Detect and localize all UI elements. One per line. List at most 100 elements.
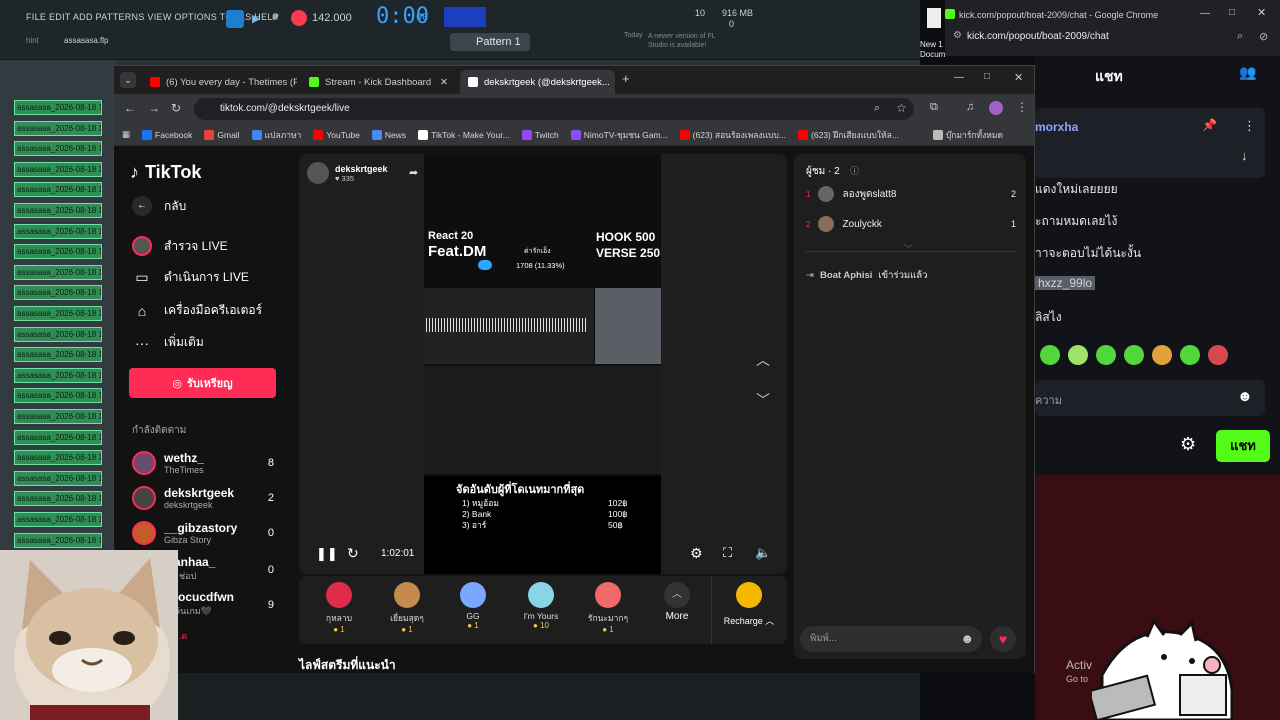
minimize-icon[interactable]: — [954,72,964,83]
back-icon[interactable]: ← [124,101,136,115]
back-link[interactable]: ← กลับ [132,196,186,216]
gift-item[interactable]: GG ● 1 [445,582,501,630]
nav-creator-tools[interactable]: ⌂ เครื่องมือครีเอเตอร์ [132,301,262,320]
minimize-icon[interactable]: — [1200,8,1210,19]
bookmark-item[interactable]: Facebook [142,129,192,140]
site-info-icon[interactable]: ⚙ [953,30,962,41]
play-icon[interactable]: ▶ [252,12,260,25]
comment-input[interactable]: พิมพ์... ☻ [800,626,982,652]
more-vertical-icon[interactable]: ⋮ [1243,118,1256,134]
stop-icon[interactable]: ■ [272,12,278,23]
emote-icon[interactable] [1124,345,1144,365]
get-coins-button[interactable]: ◎ รับเหรียญ [129,368,276,398]
pattern-clip[interactable]: assasasa_2026-08-18 15.. [14,203,102,218]
close-icon[interactable]: ✕ [440,77,448,88]
pattern-clip[interactable]: assasasa_2026-08-18 15.. [14,367,102,383]
emote-icon[interactable] [1180,345,1200,365]
pattern-clip[interactable]: assasasa_2026-08-18 15.. [14,182,102,198]
emoji-icon[interactable]: ☻ [1237,388,1253,405]
share-icon[interactable]: ➦ [409,166,418,179]
bookmark-item[interactable]: Twitch [521,129,559,140]
gift-item[interactable]: กุหลาบ ● 1 [311,582,367,634]
arrow-down-icon[interactable]: ↓ [1241,148,1248,163]
volume-icon[interactable]: 🔈 [755,545,771,561]
fullscreen-icon[interactable]: ⛶ [723,545,732,561]
tab-youtube[interactable]: (6) You every day - Thetimes (P... ✕ [142,70,297,94]
emoji-icon[interactable]: ☻ [960,626,974,652]
profile-avatar[interactable] [989,101,1003,115]
pattern-clip[interactable]: assasasa_2026-08-18 15.. [14,100,102,115]
chevron-down-icon[interactable]: ﹀ [756,390,770,410]
pattern-clip[interactable]: assasasa_2026-08-18 15.. [14,450,102,466]
pattern-clip[interactable]: assasasa_2026-08-18 15.. [14,161,102,177]
document-icon[interactable] [927,8,941,28]
fl-song-toggle[interactable] [226,10,244,28]
following-item[interactable]: wethz_ TheTimes 8 [132,451,274,475]
gift-item[interactable]: รักนะมากๆ ● 1 [580,582,636,634]
pattern-clip[interactable]: assasasa_2026-08-18 15.. [14,347,102,363]
tempo-display[interactable]: 142.000 [312,12,352,24]
bookmark-item[interactable]: News [371,129,406,140]
close-icon[interactable]: ✕ [1014,71,1023,84]
new-tab-icon[interactable]: + [622,71,630,86]
eye-off-icon[interactable]: ⊘ [1259,30,1268,43]
pattern-clip[interactable]: assasasa_2026-08-18 15.. [14,223,102,239]
pin-icon[interactable]: 📌 [1202,118,1217,132]
kick-chat-mention[interactable]: hxzz_99lo [1035,276,1096,290]
bookmark-item[interactable]: NimoTV-ชุมชน Gam... [570,128,668,142]
forward-icon[interactable]: → [148,101,160,115]
pinned-user[interactable]: morxha [1035,120,1078,134]
apps-icon[interactable]: ▦ [122,129,130,140]
emote-icon[interactable] [1096,345,1116,365]
emote-icon[interactable] [1040,345,1060,365]
pattern-clip[interactable]: assasasa_2026-08-18 15.. [14,285,102,301]
kick-url[interactable]: kick.com/popout/boat-2009/chat [967,31,1109,42]
fl-pattern-mode[interactable] [444,7,486,27]
reload-icon[interactable]: ↻ [171,101,181,115]
settings-icon[interactable]: ⚙ [690,545,703,562]
pattern-clip[interactable]: assasasa_2026-08-18 15.. [14,388,102,404]
tab-tiktok-live[interactable]: dekskrtgeek (@dekskrtgeek... 🔊 ✕ [460,70,615,94]
bookmark-item[interactable]: (623) ฝึกเสียงแบบให้ล... [798,128,899,142]
more-gifts-button[interactable]: ︿ More [649,582,705,622]
kick-chat-input[interactable]: ความ ☻ [1035,380,1265,416]
pattern-clip[interactable]: assasasa_2026-08-18 15.. [14,409,102,424]
media-icon[interactable]: ♫ [966,101,974,113]
gift-item[interactable]: I'm Yours ● 10 [513,582,569,630]
url-input[interactable]: tiktok.com/@dekskrtgeek/live [194,98,914,120]
maximize-icon[interactable]: □ [1229,7,1235,18]
zoom-icon[interactable]: ⌕ [1237,30,1243,43]
pattern-clip[interactable]: assasasa_2026-08-18 15.. [14,512,102,527]
update-notice[interactable]: A newer version of FL Studio is availabl… [648,32,716,50]
like-heart-button[interactable]: ♥ [990,626,1016,652]
bookmark-item[interactable]: (623) สอนร้องเพลงแบบ... [679,128,786,142]
tab-search-icon[interactable]: ⌄ [120,72,136,88]
emote-icon[interactable] [1208,345,1228,365]
record-button[interactable] [291,10,307,26]
refresh-icon[interactable]: ↻ [347,545,359,562]
pattern-clip[interactable]: assasasa_2026-08-18 15.. [14,532,102,548]
gift-item[interactable]: เยี่ยมสุดๆ ● 1 [379,582,435,634]
pattern-clip[interactable]: assasasa_2026-08-18 15.. [14,120,102,136]
pattern-clip[interactable]: assasasa_2026-08-18 15.. [14,429,102,445]
live-video[interactable]: React 20 Feat.DM ค่ารักเอ็ง 1708 (11.33%… [424,154,661,574]
recharge-button[interactable]: Recharge ︿ [719,582,779,627]
nav-go-live[interactable]: ▭ ดำเนินการ LIVE [132,268,248,287]
chevron-up-icon[interactable]: ︿ [756,350,770,370]
emote-icon[interactable] [1068,345,1088,365]
nav-explore-live[interactable]: สำรวจ LIVE [132,236,228,256]
bookmark-item[interactable]: YouTube [313,129,360,140]
bookmark-item[interactable]: แปลภาษา [251,128,301,142]
following-item[interactable]: __gibzastory Gibza Story 0 [132,521,274,545]
zoom-icon[interactable]: ⌕ [874,102,880,115]
viewer-row[interactable]: 1 ลองพูดslatt8 2 [806,186,1016,202]
close-icon[interactable]: ✕ [1257,6,1266,19]
pattern-clip[interactable]: assasasa_2026-08-18 15.. [14,491,102,507]
users-icon[interactable]: 👥 [1239,64,1256,81]
tab-kick-dashboard[interactable]: Stream - Kick Dashboard ✕ [301,70,456,94]
pattern-clip[interactable]: assasasa_2026-08-18 15.. [14,244,102,260]
more-vertical-icon[interactable]: ⋮ [1016,100,1028,114]
extensions-icon[interactable]: ⧉ [930,101,938,114]
emote-icon[interactable] [1152,345,1172,365]
nav-more[interactable]: ··· เพิ่มเติม [132,333,204,352]
